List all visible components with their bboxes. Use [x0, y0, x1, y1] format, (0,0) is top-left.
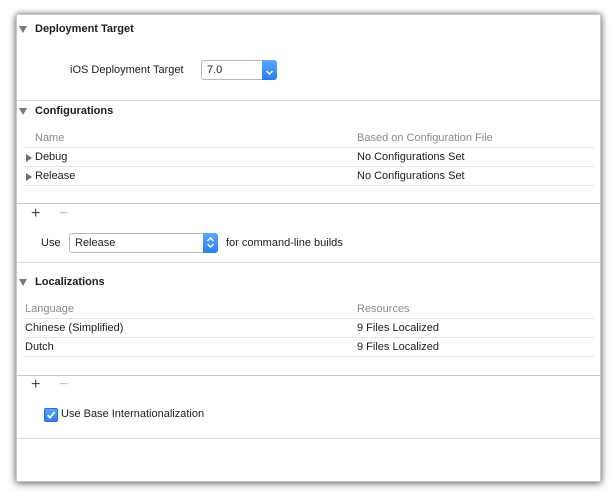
localizations-table: Language Resources Chinese (Simplified) … [23, 300, 594, 360]
table-header: Language Resources [23, 300, 594, 318]
config-based-on: No Configurations Set [357, 151, 465, 163]
chevron-updown-icon [262, 60, 277, 80]
disclosure-triangle-right-icon[interactable] [26, 173, 32, 181]
table-row[interactable]: Chinese (Simplified) 9 Files Localized [23, 318, 594, 338]
popup-value: 7.0 [207, 64, 223, 76]
section-title: Localizations [35, 276, 105, 288]
configurations-table: Name Based on Configuration File Debug N… [23, 129, 594, 189]
config-name: Debug [35, 151, 68, 163]
ios-deployment-target-label: iOS Deployment Target [70, 64, 184, 76]
disclosure-triangle-down-icon[interactable] [19, 108, 27, 115]
disclosure-triangle-down-icon[interactable] [19, 26, 27, 33]
ios-deployment-target-popup[interactable]: 7.0 [201, 60, 277, 80]
add-configuration-button[interactable]: + [31, 205, 40, 223]
table-row[interactable]: Dutch 9 Files Localized [23, 337, 594, 357]
use-label: Use [41, 237, 61, 249]
localizations-add-remove: + − [31, 376, 81, 394]
add-localization-button[interactable]: + [31, 376, 40, 394]
base-internationalization-label[interactable]: Use Base Internationalization [61, 408, 204, 420]
column-header-language[interactable]: Language [25, 303, 74, 315]
configurations-add-remove: + − [31, 205, 81, 223]
language-resources: 9 Files Localized [357, 341, 439, 353]
checkmark-icon [46, 411, 56, 419]
table-row-separator [23, 185, 594, 186]
project-settings-panel: Deployment Target iOS Deployment Target … [16, 14, 601, 482]
divider [17, 100, 600, 101]
divider [17, 203, 600, 204]
disclosure-triangle-right-icon[interactable] [26, 154, 32, 162]
section-title: Configurations [35, 105, 114, 117]
column-header-resources[interactable]: Resources [357, 303, 410, 315]
divider [17, 438, 600, 439]
language-name: Dutch [25, 341, 54, 353]
divider [17, 375, 600, 376]
table-row[interactable]: Release No Configurations Set [23, 166, 594, 186]
config-name: Release [35, 170, 76, 182]
column-header-based-on[interactable]: Based on Configuration File [357, 132, 493, 144]
popup-value: Release [75, 237, 116, 249]
table-row[interactable]: Debug No Configurations Set [23, 147, 594, 167]
column-header-name[interactable]: Name [35, 132, 64, 144]
base-internationalization-checkbox[interactable] [44, 408, 58, 422]
table-header: Name Based on Configuration File [23, 129, 594, 147]
chevron-updown-icon [203, 233, 218, 253]
command-line-builds-label: for command-line builds [226, 237, 343, 249]
config-based-on: No Configurations Set [357, 170, 465, 182]
language-name: Chinese (Simplified) [25, 322, 124, 334]
command-line-build-config-popup[interactable]: Release [69, 233, 218, 253]
remove-configuration-button[interactable]: − [59, 205, 68, 223]
divider [17, 262, 600, 263]
table-row-separator [23, 356, 594, 357]
remove-localization-button[interactable]: − [59, 376, 68, 394]
language-resources: 9 Files Localized [357, 322, 439, 334]
section-title: Deployment Target [35, 23, 134, 35]
disclosure-triangle-down-icon[interactable] [19, 279, 27, 286]
